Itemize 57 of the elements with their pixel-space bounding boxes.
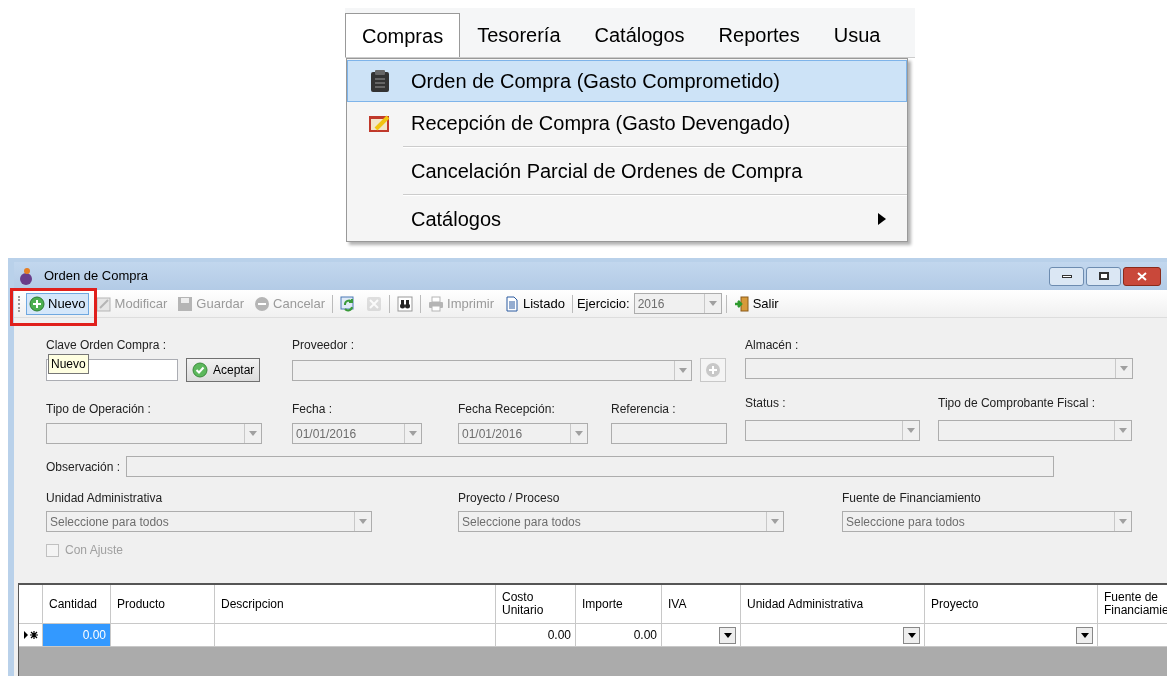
table-cell[interactable]: 0.00 [576, 624, 662, 647]
accept-button[interactable]: Aceptar [186, 358, 261, 382]
dropdown-cell[interactable] [662, 624, 741, 647]
menu-option[interactable]: Catálogos [347, 198, 907, 240]
field-label: Almacén : [745, 337, 800, 354]
app-icon [18, 267, 34, 285]
check-circle-icon [192, 362, 208, 378]
menu-item[interactable]: Catálogos [577, 13, 702, 57]
window-title: Orden de Compra [44, 267, 150, 286]
menu-option[interactable]: Recepción de Compra (Gasto Devengado) [347, 102, 907, 144]
maximize-button[interactable] [1086, 266, 1121, 286]
floppy-icon [177, 295, 194, 312]
exit-door-icon [733, 295, 750, 312]
field-label: Fecha Recepción: [458, 401, 556, 418]
toolbar-button[interactable]: Nuevo [26, 292, 89, 315]
table-cell[interactable] [215, 624, 496, 647]
field-label: Fecha : [292, 401, 334, 418]
menu-item[interactable]: Usua [816, 13, 898, 57]
new-row-icon [23, 631, 38, 639]
menu-item[interactable]: Tesorería [460, 13, 578, 57]
refresh-icon [340, 295, 357, 312]
dropdown-cell[interactable] [925, 624, 1098, 647]
field-label: Proveedor : [292, 337, 356, 354]
field-label: Proyecto / Proceso [458, 490, 561, 507]
tooltip: Nuevo [48, 354, 89, 374]
toolbar-label: Ejercicio: [576, 294, 630, 313]
field-label: Tipo de Operación : [46, 401, 152, 418]
field-label: Clave Orden Compra : [46, 337, 168, 354]
close-square-icon [366, 295, 383, 312]
field-label: Status : [745, 395, 787, 412]
submenu-arrow-icon [878, 213, 886, 225]
checkbox-label: Con Ajuste [65, 542, 124, 559]
field-label: Referencia : [611, 401, 677, 418]
table-cell[interactable] [111, 624, 215, 647]
table-cell[interactable]: 0.00 [496, 624, 576, 647]
menu-option[interactable]: Cancelación Parcial de Ordenes de Compra [347, 150, 907, 192]
field-label: Observación : [46, 458, 121, 476]
menu-item[interactable]: Compras [345, 13, 461, 57]
clipboard-icon [368, 69, 391, 93]
toolbar-button[interactable]: Listado [501, 292, 568, 315]
field-label: Unidad Administrativa [46, 490, 164, 507]
document-icon [504, 295, 520, 312]
plus-circle-icon [29, 295, 45, 312]
field-label: Fuente de Financiamiento [842, 490, 982, 507]
add-button[interactable] [700, 358, 726, 382]
binoculars-icon [397, 295, 414, 312]
plus-circle-icon [705, 362, 721, 378]
menu-option[interactable]: Orden de Compra (Gasto Comprometido) [347, 60, 907, 102]
close-button[interactable] [1123, 266, 1161, 286]
minimize-button[interactable] [1049, 266, 1084, 286]
printer-icon [428, 295, 445, 312]
close-icon [1137, 271, 1147, 281]
minus-circle-icon [254, 295, 271, 312]
field-label: Tipo de Comprobante Fiscal : [938, 395, 1096, 412]
toolbar-button[interactable]: Salir [730, 292, 782, 315]
menu-item[interactable]: Reportes [701, 13, 817, 57]
dropdown-cell[interactable] [741, 624, 925, 647]
